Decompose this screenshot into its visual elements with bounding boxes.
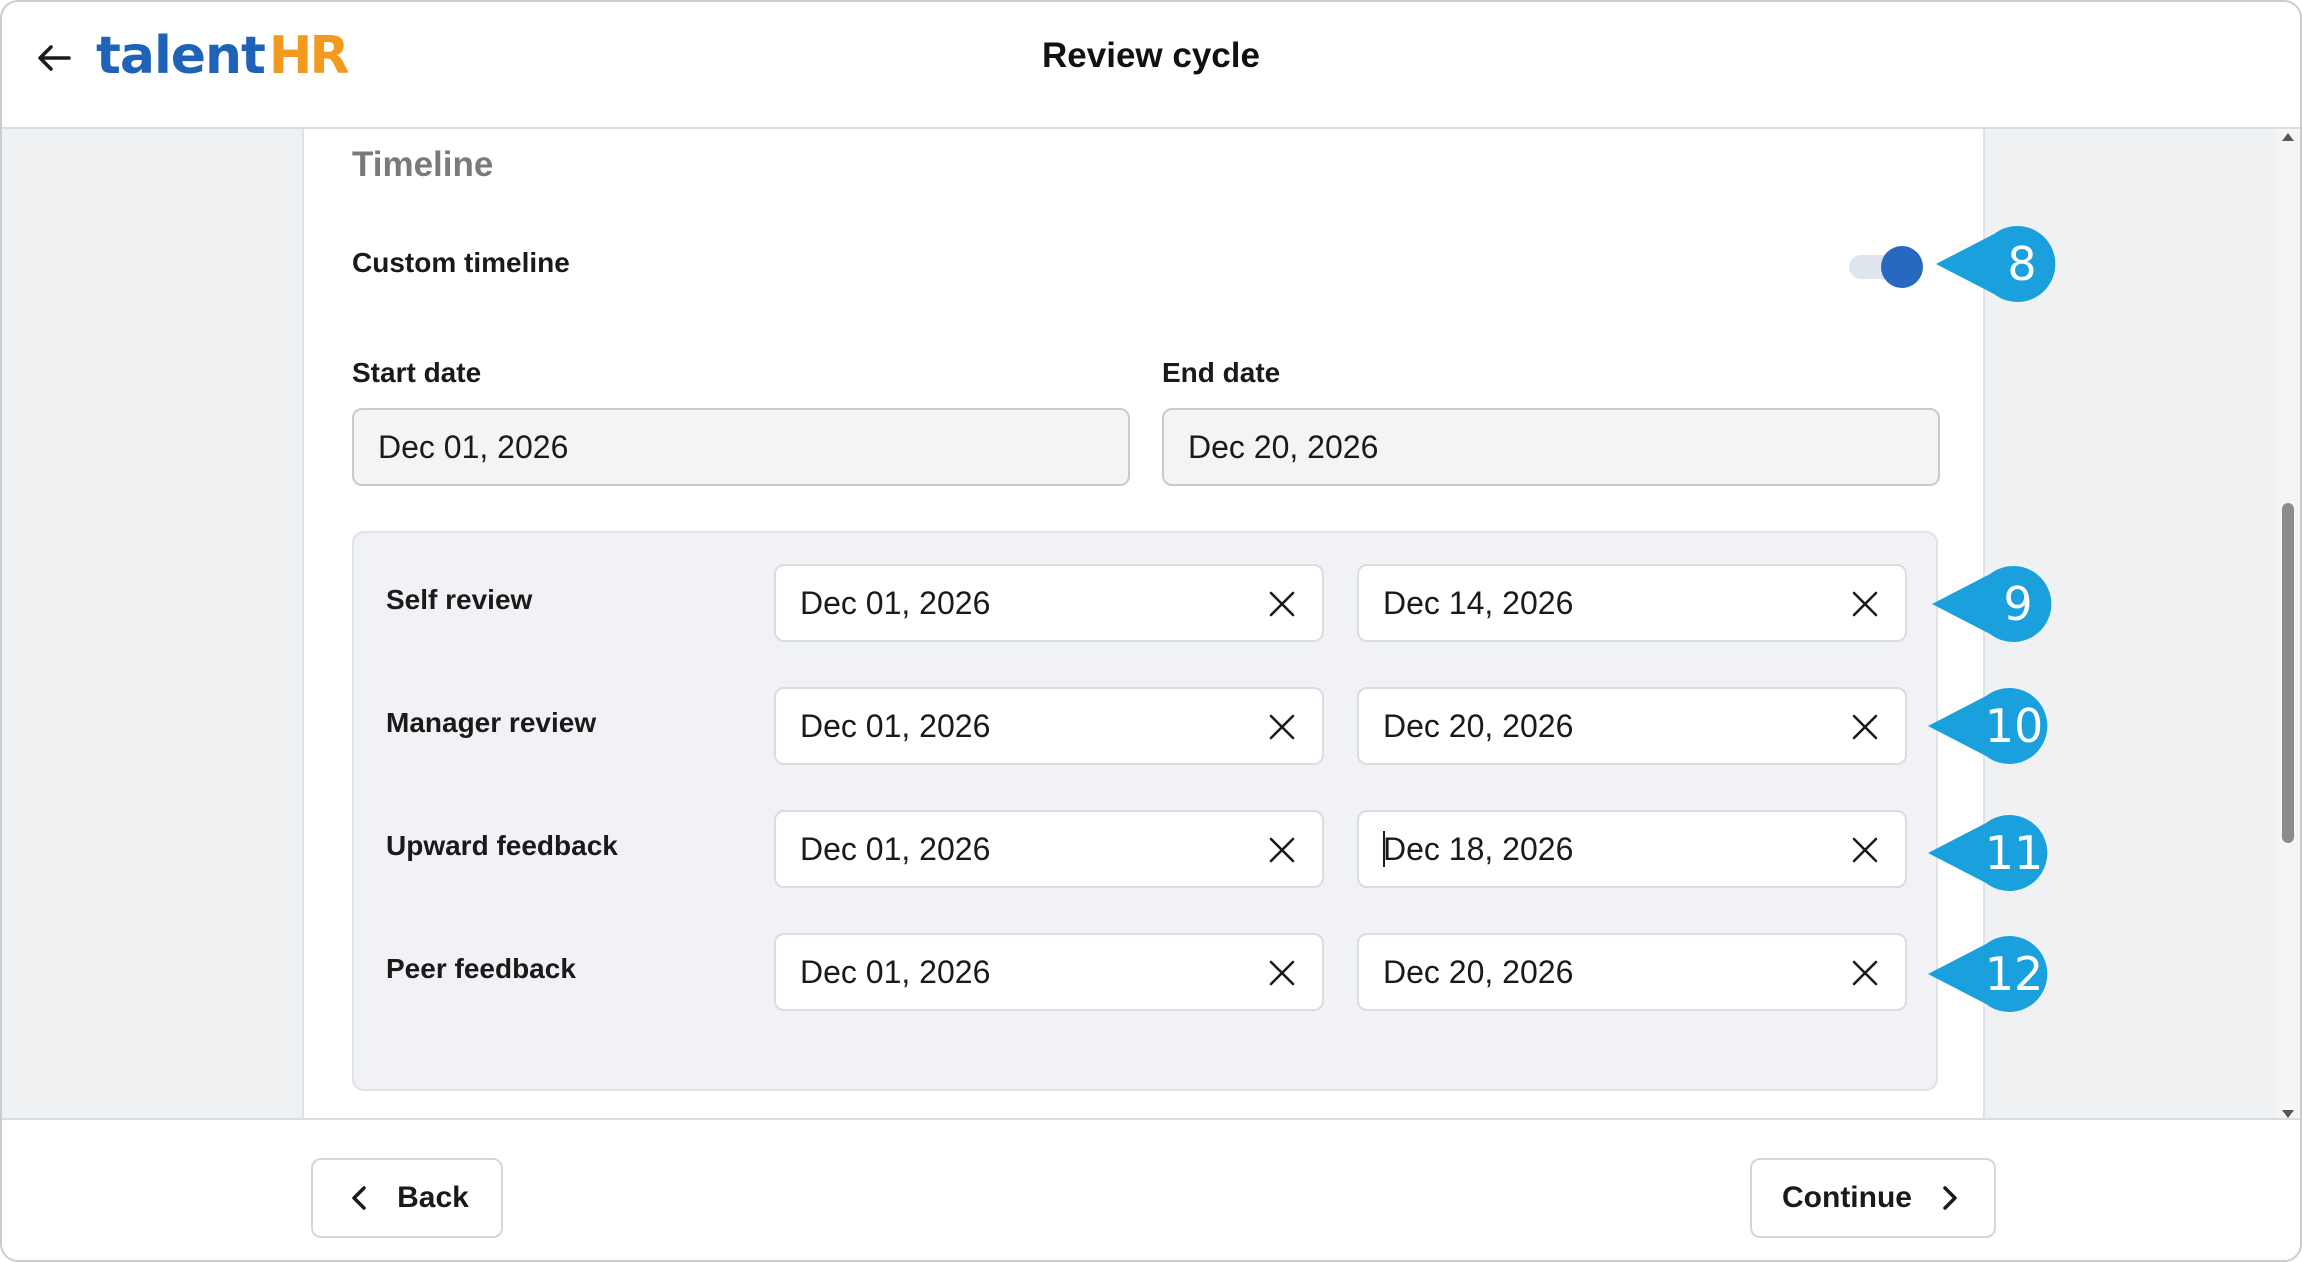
chevron-left-icon bbox=[345, 1184, 373, 1212]
back-button[interactable]: Back bbox=[311, 1158, 503, 1238]
clear-icon[interactable] bbox=[1264, 832, 1300, 868]
stages-panel: Self review Dec 01, 2026 Dec 14, 2026 Ma… bbox=[352, 531, 1938, 1091]
top-bar: talent HR Review cycle bbox=[2, 2, 2300, 129]
continue-button-label: Continue bbox=[1782, 1181, 1912, 1214]
stage-label: Upward feedback bbox=[386, 830, 618, 861]
self-review-end-field[interactable]: Dec 14, 2026 bbox=[1357, 564, 1907, 642]
callout-number: 12 bbox=[1984, 947, 2044, 1001]
callout-badge: 9 bbox=[1932, 564, 2054, 644]
date-value: Dec 01, 2026 bbox=[800, 707, 991, 744]
stage-row-upward-feedback: Upward feedback Dec 01, 2026 Dec 18, 202… bbox=[354, 810, 1936, 888]
scroll-down-arrow-icon[interactable] bbox=[2282, 1110, 2294, 1118]
app-window: talent HR Review cycle Timeline Custom t… bbox=[0, 0, 2302, 1262]
scroll-thumb[interactable] bbox=[2282, 503, 2294, 843]
callout-badge: 11 bbox=[1928, 813, 2050, 893]
callout-badge: 12 bbox=[1928, 934, 2050, 1014]
stage-row-peer-feedback: Peer feedback Dec 01, 2026 Dec 20, 2026 bbox=[354, 933, 1936, 1011]
vertical-scrollbar[interactable] bbox=[2276, 129, 2300, 1122]
clear-icon[interactable] bbox=[1847, 586, 1883, 622]
custom-timeline-label: Custom timeline bbox=[352, 247, 570, 278]
date-value: Dec 01, 2026 bbox=[800, 953, 991, 990]
clear-icon[interactable] bbox=[1847, 709, 1883, 745]
page-title: Review cycle bbox=[1042, 36, 1260, 75]
custom-timeline-toggle[interactable] bbox=[1849, 245, 1925, 288]
stage-row-manager-review: Manager review Dec 01, 2026 Dec 20, 2026 bbox=[354, 687, 1936, 765]
clear-icon[interactable] bbox=[1264, 955, 1300, 991]
stage-label: Manager review bbox=[386, 707, 597, 738]
footer-bar: Back Continue bbox=[2, 1118, 2300, 1260]
manager-review-start-field[interactable]: Dec 01, 2026 bbox=[774, 687, 1324, 765]
toggle-knob bbox=[1881, 246, 1923, 288]
callout-number: 11 bbox=[1984, 826, 2044, 880]
start-date-label: Start date bbox=[352, 357, 482, 388]
callout-badge: 10 bbox=[1928, 686, 2050, 766]
end-date-label: End date bbox=[1162, 357, 1281, 388]
callout-number: 9 bbox=[2003, 577, 2033, 631]
date-value: Dec 18, 2026 bbox=[1383, 830, 1574, 867]
back-button-label: Back bbox=[397, 1181, 469, 1214]
date-value: Dec 14, 2026 bbox=[1383, 584, 1574, 621]
upward-feedback-start-field[interactable]: Dec 01, 2026 bbox=[774, 810, 1324, 888]
stage-label: Peer feedback bbox=[386, 953, 576, 984]
stage-row-self-review: Self review Dec 01, 2026 Dec 14, 2026 bbox=[354, 564, 1936, 642]
manager-review-end-field[interactable]: Dec 20, 2026 bbox=[1357, 687, 1907, 765]
self-review-start-field[interactable]: Dec 01, 2026 bbox=[774, 564, 1324, 642]
clear-icon[interactable] bbox=[1264, 709, 1300, 745]
clear-icon[interactable] bbox=[1847, 955, 1883, 991]
date-value: Dec 20, 2026 bbox=[1383, 707, 1574, 744]
peer-feedback-end-field[interactable]: Dec 20, 2026 bbox=[1357, 933, 1907, 1011]
timeline-card: Timeline Custom timeline Start date Dec … bbox=[302, 129, 1985, 1122]
upward-feedback-end-field[interactable]: Dec 18, 2026 bbox=[1357, 810, 1907, 888]
section-title: Timeline bbox=[352, 145, 494, 184]
date-value: Dec 20, 2026 bbox=[1383, 953, 1574, 990]
stage-label: Self review bbox=[386, 584, 533, 615]
continue-button[interactable]: Continue bbox=[1750, 1158, 1996, 1238]
clear-icon[interactable] bbox=[1847, 832, 1883, 868]
date-value: Dec 01, 2026 bbox=[800, 584, 991, 621]
start-date-field[interactable]: Dec 01, 2026 bbox=[352, 408, 1130, 486]
callout-number: 8 bbox=[2007, 237, 2037, 291]
callout-badge: 8 bbox=[1936, 224, 2058, 304]
peer-feedback-start-field[interactable]: Dec 01, 2026 bbox=[774, 933, 1324, 1011]
chevron-right-icon bbox=[1936, 1184, 1964, 1212]
clear-icon[interactable] bbox=[1264, 586, 1300, 622]
date-value: Dec 01, 2026 bbox=[800, 830, 991, 867]
end-date-field[interactable]: Dec 20, 2026 bbox=[1162, 408, 1940, 486]
callout-number: 10 bbox=[1984, 699, 2044, 753]
scroll-up-arrow-icon[interactable] bbox=[2282, 133, 2294, 141]
